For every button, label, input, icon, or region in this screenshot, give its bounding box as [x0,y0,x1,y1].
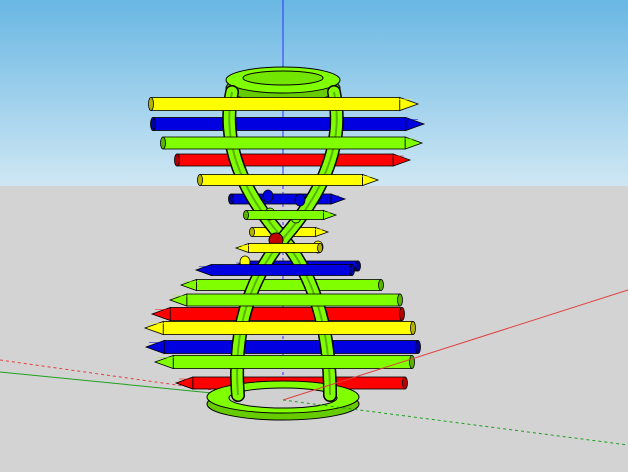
pencil-rod[interactable] [174,153,412,167]
rod-end [294,193,306,207]
pencil-rod[interactable] [179,278,384,292]
pencil-rod[interactable] [194,263,355,277]
pencil-rod[interactable] [143,320,416,336]
pencil-rod[interactable] [150,306,405,322]
pencil-rod[interactable] [153,354,415,370]
pencil-rod[interactable] [197,173,380,187]
model-scene[interactable] [0,0,628,472]
sketchup-3d-viewport[interactable] [0,0,628,472]
pencil-rod[interactable] [234,242,323,254]
rod-end [262,189,274,203]
pencil-rod[interactable] [144,339,421,355]
pencil-rod[interactable] [243,209,338,221]
pencil-rod[interactable] [160,136,424,150]
pencil-rod[interactable] [168,293,403,307]
pencil-rod[interactable] [148,96,420,112]
top-cap-rim [242,70,324,86]
pencil-rod[interactable] [150,116,426,132]
